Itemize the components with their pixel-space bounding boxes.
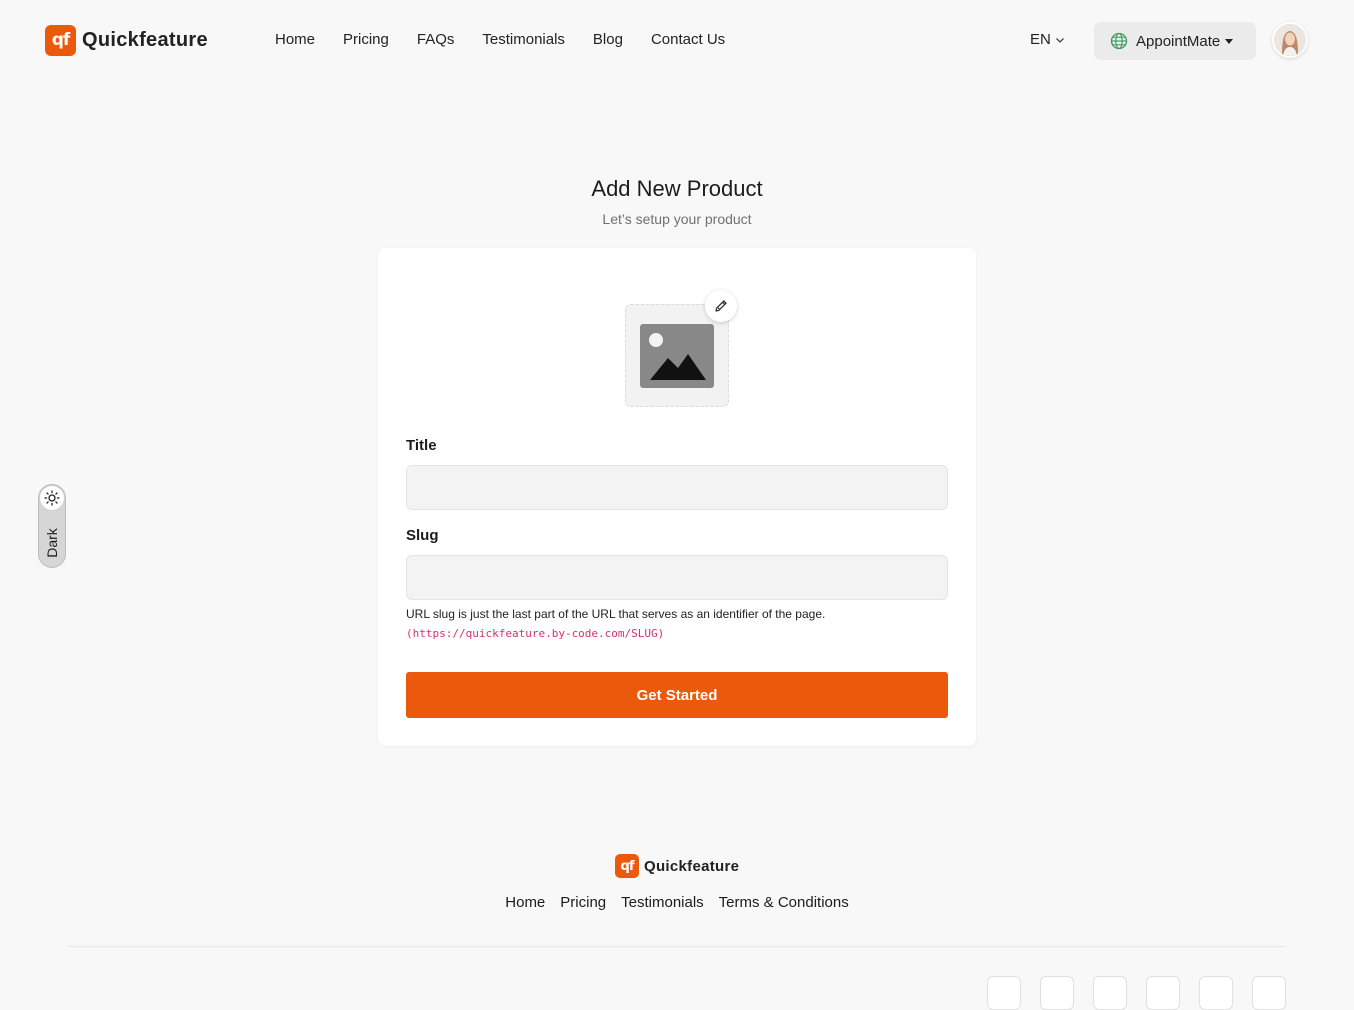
nav-item-faqs[interactable]: FAQs [417, 30, 455, 50]
footer-logo-mark: qf [615, 854, 639, 878]
theme-toggle-label: Dark [44, 528, 60, 558]
avatar-image [1274, 24, 1306, 56]
language-selector[interactable]: EN [1030, 30, 1065, 50]
page-title: Add New Product [591, 176, 763, 201]
sun-icon [44, 490, 60, 506]
social-link[interactable] [1252, 976, 1286, 1010]
theme-toggle[interactable]: Dark [38, 484, 66, 568]
nav-item-blog[interactable]: Blog [593, 30, 623, 50]
social-link[interactable] [1146, 976, 1180, 1010]
globe-icon [1110, 32, 1128, 50]
footer-divider [68, 946, 1286, 947]
title-label: Title [406, 437, 437, 454]
image-placeholder-icon [640, 323, 714, 388]
edit-image-button[interactable] [705, 290, 737, 322]
social-link[interactable] [987, 976, 1021, 1010]
top-header: qf Quickfeature Home Pricing FAQs Testim… [0, 0, 1354, 80]
footer-brand-name: Quickfeature [644, 857, 740, 875]
slug-help-text: URL slug is just the last part of the UR… [406, 607, 826, 621]
footer-link-pricing[interactable]: Pricing [560, 894, 606, 911]
add-product-form: Title Slug URL slug is just the last par… [378, 248, 976, 746]
social-link[interactable] [1199, 976, 1233, 1010]
social-link[interactable] [1040, 976, 1074, 1010]
slug-input[interactable] [406, 555, 948, 600]
main-nav: Home Pricing FAQs Testimonials Blog Cont… [275, 30, 725, 50]
social-links [987, 976, 1286, 1010]
user-avatar[interactable] [1272, 22, 1308, 58]
page-subtitle: Let’s setup your product [602, 211, 752, 227]
workspace-name: AppointMate [1136, 32, 1221, 50]
theme-toggle-knob [39, 485, 65, 511]
footer-logo[interactable]: qf Quickfeature [615, 854, 739, 878]
brand-logo-mark: qf [45, 24, 76, 56]
social-link[interactable] [1093, 976, 1127, 1010]
workspace-switcher[interactable]: AppointMate [1094, 22, 1256, 60]
footer-link-testimonials[interactable]: Testimonials [621, 894, 704, 911]
slug-help-example: (https://quickfeature.by-code.com/SLUG) [406, 627, 665, 640]
footer-nav: Home Pricing Testimonials Terms & Condit… [0, 894, 1354, 911]
nav-item-contact-us[interactable]: Contact Us [651, 30, 725, 50]
chevron-down-icon [1055, 38, 1064, 43]
footer-link-terms[interactable]: Terms & Conditions [719, 894, 849, 911]
get-started-button[interactable]: Get Started [406, 672, 948, 718]
language-value: EN [1030, 31, 1051, 48]
slug-label: Slug [406, 527, 439, 544]
brand-logo[interactable]: qf Quickfeature [45, 24, 208, 56]
caret-down-icon [1225, 38, 1234, 44]
title-input[interactable] [406, 465, 948, 510]
pencil-icon [715, 300, 727, 312]
nav-item-pricing[interactable]: Pricing [343, 30, 389, 50]
brand-name: Quickfeature [82, 28, 208, 51]
footer-link-home[interactable]: Home [505, 894, 545, 911]
nav-item-testimonials[interactable]: Testimonials [482, 30, 565, 50]
nav-item-home[interactable]: Home [275, 30, 315, 50]
